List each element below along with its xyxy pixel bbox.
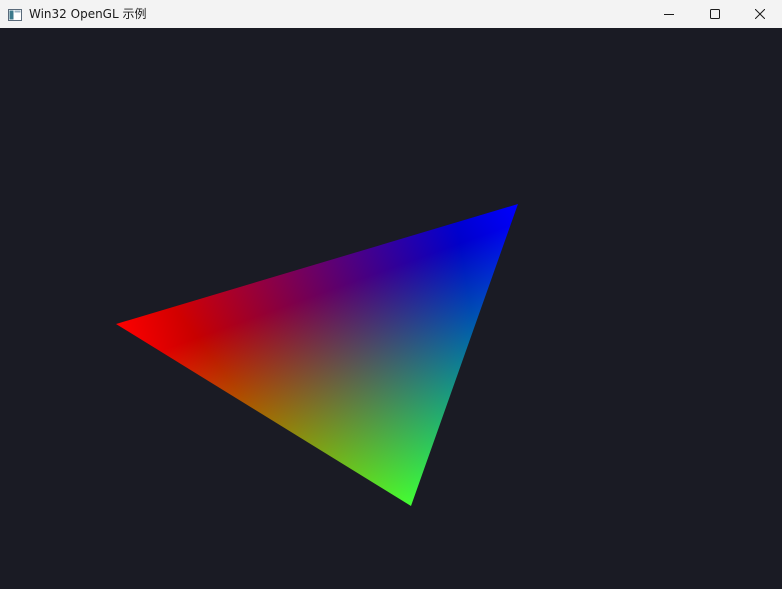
opengl-window: Win32 OpenGL 示例 xyxy=(0,0,782,589)
close-button[interactable] xyxy=(737,0,782,28)
maximize-icon xyxy=(710,9,720,19)
render-canvas xyxy=(116,204,518,506)
window-app-icon xyxy=(8,7,22,21)
window-title: Win32 OpenGL 示例 xyxy=(29,7,147,21)
maximize-button[interactable] xyxy=(692,0,738,28)
opengl-viewport[interactable] xyxy=(0,28,782,589)
minimize-icon xyxy=(664,9,674,19)
minimize-button[interactable] xyxy=(646,0,692,28)
title-bar[interactable]: Win32 OpenGL 示例 xyxy=(0,0,782,28)
gradient-triangle xyxy=(116,204,518,506)
close-icon xyxy=(755,9,765,19)
